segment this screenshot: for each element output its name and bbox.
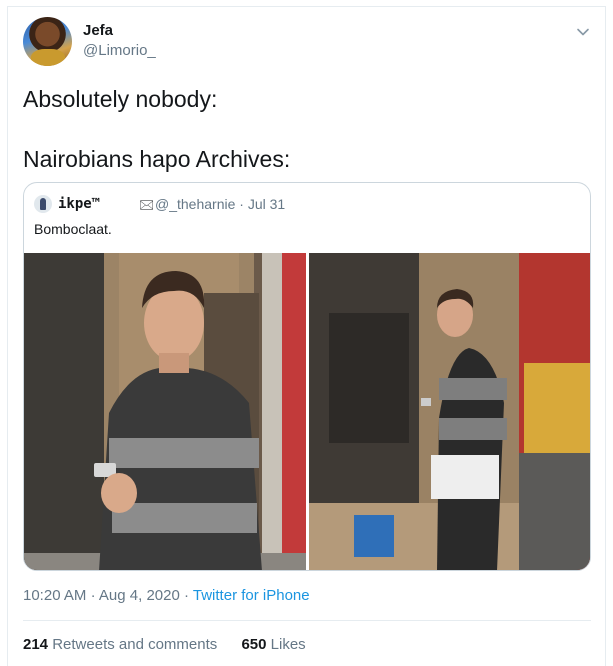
likes-stat[interactable]: 650 Likes — [241, 636, 305, 653]
tweet-text-line-1: Absolutely nobody: — [23, 86, 218, 112]
avatar[interactable] — [23, 17, 72, 66]
avatar-shirt — [31, 49, 65, 66]
quoted-handle-date: @_theharnie · Jul 31 — [155, 196, 286, 212]
quoted-avatar[interactable] — [34, 195, 52, 213]
chevron-down-icon[interactable] — [575, 24, 591, 40]
display-name[interactable]: Jefa — [83, 22, 113, 39]
tweet-time: 10:20 AM — [23, 587, 87, 604]
likes-label: Likes — [270, 636, 306, 653]
tweet-text-line-2: Nairobians hapo Archives: — [23, 146, 291, 172]
quoted-photo-1[interactable] — [24, 253, 306, 571]
retweets-count: 214 — [23, 636, 49, 653]
user-handle[interactable]: @Limorio_ — [83, 42, 156, 59]
tweet-stats: 214 Retweets and comments 650 Likes — [23, 636, 306, 653]
tweet-timestamp[interactable]: 10:20 AM · Aug 4, 2020 · Twitter for iPh… — [23, 587, 310, 604]
retweets-label: Retweets and comments — [52, 636, 218, 653]
retweets-stat[interactable]: 214 Retweets and comments — [23, 636, 221, 653]
separator-dot: · — [183, 587, 189, 604]
quoted-photo-2[interactable] — [309, 253, 591, 571]
divider — [23, 620, 591, 621]
quoted-display-name: ikpe™ — [58, 196, 101, 212]
quoted-text: Bomboclaat. — [34, 221, 112, 237]
quoted-tweet[interactable]: ikpe™ 🖂 @_theharnie · Jul 31 Bomboclaat. — [23, 182, 591, 571]
tweet-date: Aug 4, 2020 — [98, 587, 180, 604]
tweet-source-link[interactable]: Twitter for iPhone — [193, 587, 310, 604]
likes-count: 650 — [241, 636, 267, 653]
mail-icon: 🖂 — [139, 197, 155, 212]
separator-dot: · — [90, 587, 96, 604]
